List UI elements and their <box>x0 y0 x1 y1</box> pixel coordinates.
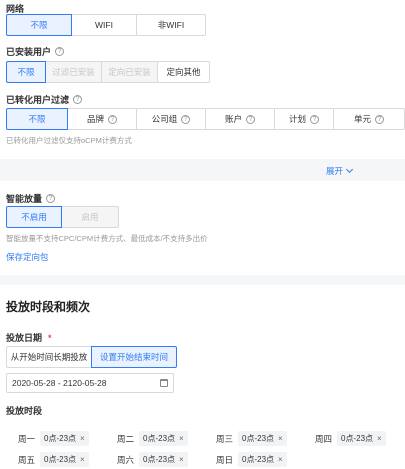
smart-option-disable[interactable]: 不启用 <box>6 206 62 228</box>
day-row-mon: 周一 0点-23点 × <box>18 431 89 446</box>
help-icon[interactable]: ? <box>46 194 56 203</box>
time-tag: 0点-23点 × <box>139 431 188 446</box>
day-row-tue: 周二 0点-23点 × <box>117 431 188 446</box>
smart-title: 智能放量 ? <box>6 192 56 205</box>
network-option-unlimited[interactable]: 不限 <box>6 14 72 36</box>
smart-note: 智能放量不支持CPC/CPM计费方式、最低成本/不支持多出价 <box>6 234 208 243</box>
close-icon[interactable]: × <box>179 434 184 443</box>
save-targeting-link[interactable]: 保存定向包 <box>6 251 49 263</box>
smart-segment: 不启用 启用 <box>6 206 119 228</box>
network-segment: 不限 WIFI 非WIFI <box>6 14 206 36</box>
help-icon: ? <box>181 114 191 124</box>
converted-note: 已转化用户过滤仅支持oCPM计费方式 <box>6 136 132 145</box>
time-tag: 0点-23点 × <box>238 452 287 467</box>
installed-option-other[interactable]: 定向其他 <box>157 61 210 83</box>
converted-segment: 不限 品牌? 公司组? 账户? 计划? 单元? <box>6 108 405 130</box>
help-icon[interactable]: ? <box>73 95 83 104</box>
time-tag: 0点-23点 × <box>40 452 89 467</box>
expand-button[interactable]: 展开 <box>326 165 354 177</box>
day-row-fri: 周五 0点-23点 × <box>18 452 89 467</box>
time-tag: 0点-23点 × <box>238 431 287 446</box>
chevron-down-icon <box>345 165 354 174</box>
time-tag: 0点-23点 × <box>139 452 188 467</box>
time-tag: 0点-23点 × <box>40 431 89 446</box>
day-row-sat: 周六 0点-23点 × <box>117 452 188 467</box>
network-option-non-wifi[interactable]: 非WIFI <box>136 14 206 36</box>
converted-option-account[interactable]: 账户? <box>205 108 275 130</box>
help-icon: ? <box>108 114 117 124</box>
converted-option-brand[interactable]: 品牌? <box>67 108 137 130</box>
converted-option-unlimited[interactable]: 不限 <box>6 108 68 130</box>
required-mark: * <box>48 332 52 343</box>
date-option-long-term[interactable]: 从开始时间长期投放 <box>6 346 92 368</box>
installed-option-unlimited[interactable]: 不限 <box>6 61 46 83</box>
help-icon: ? <box>310 114 319 124</box>
close-icon[interactable]: × <box>278 434 283 443</box>
close-icon[interactable]: × <box>179 455 184 464</box>
close-icon[interactable]: × <box>80 455 85 464</box>
day-row-wed: 周三 0点-23点 × <box>216 431 287 446</box>
smart-option-enable[interactable]: 启用 <box>61 206 119 228</box>
installed-option-target[interactable]: 定向已安装 <box>101 61 158 83</box>
date-option-set-range[interactable]: 设置开始结束时间 <box>91 346 177 368</box>
calendar-icon <box>160 379 168 387</box>
converted-option-plan[interactable]: 计划? <box>274 108 334 130</box>
section-divider <box>0 275 405 285</box>
day-row-sun: 周日 0点-23点 × <box>216 452 287 467</box>
converted-option-unit[interactable]: 单元? <box>333 108 405 130</box>
day-row-thu: 周四 0点-23点 × <box>315 431 386 446</box>
close-icon[interactable]: × <box>278 455 283 464</box>
date-label: 投放日期 * <box>6 332 52 344</box>
close-icon[interactable]: × <box>377 434 382 443</box>
converted-title: 已转化用户过滤 ? <box>6 93 83 106</box>
help-icon[interactable]: ? <box>55 47 65 56</box>
schedule-title: 投放时段和频次 <box>6 300 91 314</box>
help-icon: ? <box>375 114 384 124</box>
date-range-input[interactable]: 2020-05-28 - 2120-05-28 <box>6 373 174 393</box>
converted-option-company-group[interactable]: 公司组? <box>136 108 206 130</box>
date-mode-segment: 从开始时间长期投放 设置开始结束时间 <box>6 346 177 368</box>
help-icon: ? <box>246 114 255 124</box>
installed-title: 已安装用户 ? <box>6 45 65 58</box>
close-icon[interactable]: × <box>80 434 85 443</box>
installed-option-filter[interactable]: 过滤已安装 <box>45 61 102 83</box>
network-option-wifi[interactable]: WIFI <box>71 14 137 36</box>
time-tag: 0点-23点 × <box>337 431 386 446</box>
period-label: 投放时段 <box>6 406 43 416</box>
installed-segment: 不限 过滤已安装 定向已安装 定向其他 <box>6 61 210 83</box>
